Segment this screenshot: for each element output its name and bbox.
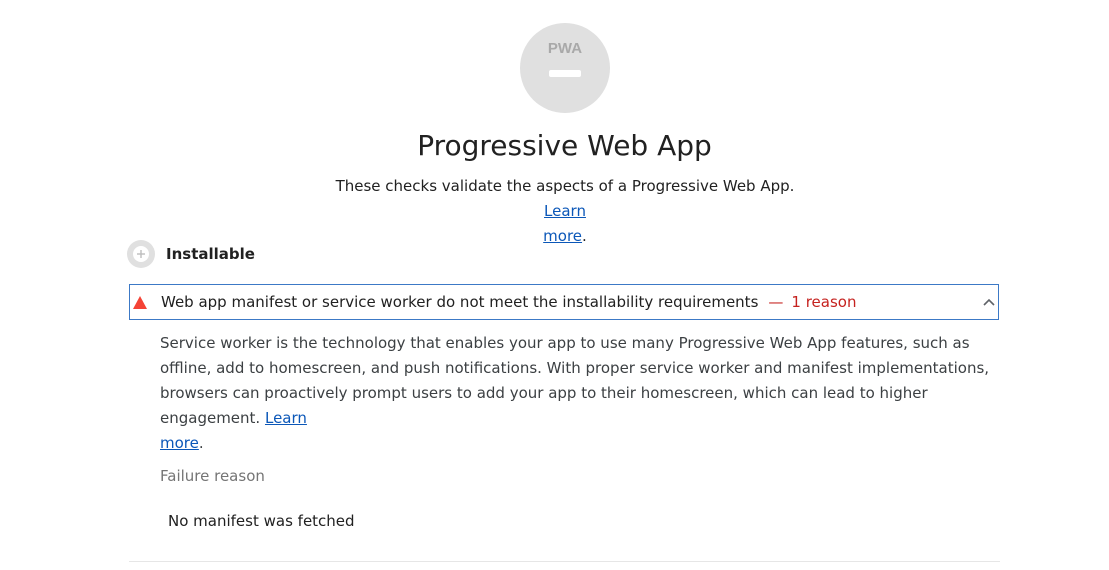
pwa-gauge: PWA [520, 23, 610, 113]
audit-installable-manifest[interactable]: Web app manifest or service worker do no… [129, 284, 999, 320]
audit-description-end: . [198, 434, 204, 452]
category-description: These checks validate the aspects of a P… [322, 174, 808, 249]
audit-title: Web app manifest or service worker do no… [161, 293, 759, 311]
fail-triangle-icon [133, 295, 147, 309]
audit-reason-count: 1 reason [791, 293, 857, 311]
audit-separator: — [768, 293, 784, 311]
audit-learn-more-word-2: more [160, 434, 199, 452]
plus-circle-icon [127, 240, 155, 268]
chevron-up-icon[interactable] [982, 295, 996, 309]
section-divider [129, 561, 1000, 562]
category-title: Progressive Web App [417, 129, 712, 162]
category-learn-more-word-2: more [543, 227, 583, 245]
audit-learn-more-word-1: Learn [264, 409, 307, 427]
category-description-end: . [582, 227, 587, 245]
pwa-logo-icon: PWA [548, 40, 582, 57]
pwa-logo-text: PWA [548, 40, 582, 57]
failure-reason-value: No manifest was fetched [168, 512, 355, 530]
gauge-dash [549, 70, 581, 77]
group-title: Installable [166, 245, 255, 263]
failure-reason-header: Failure reason [160, 467, 265, 485]
category-description-text: These checks validate the aspects of a P… [335, 177, 795, 195]
category-learn-more-word-1: Learn [544, 202, 586, 220]
installable-group-header: Installable [126, 239, 255, 269]
category-learn-more-link[interactable]: Learn more [543, 202, 586, 245]
audit-description: Service worker is the technology that en… [160, 331, 990, 456]
